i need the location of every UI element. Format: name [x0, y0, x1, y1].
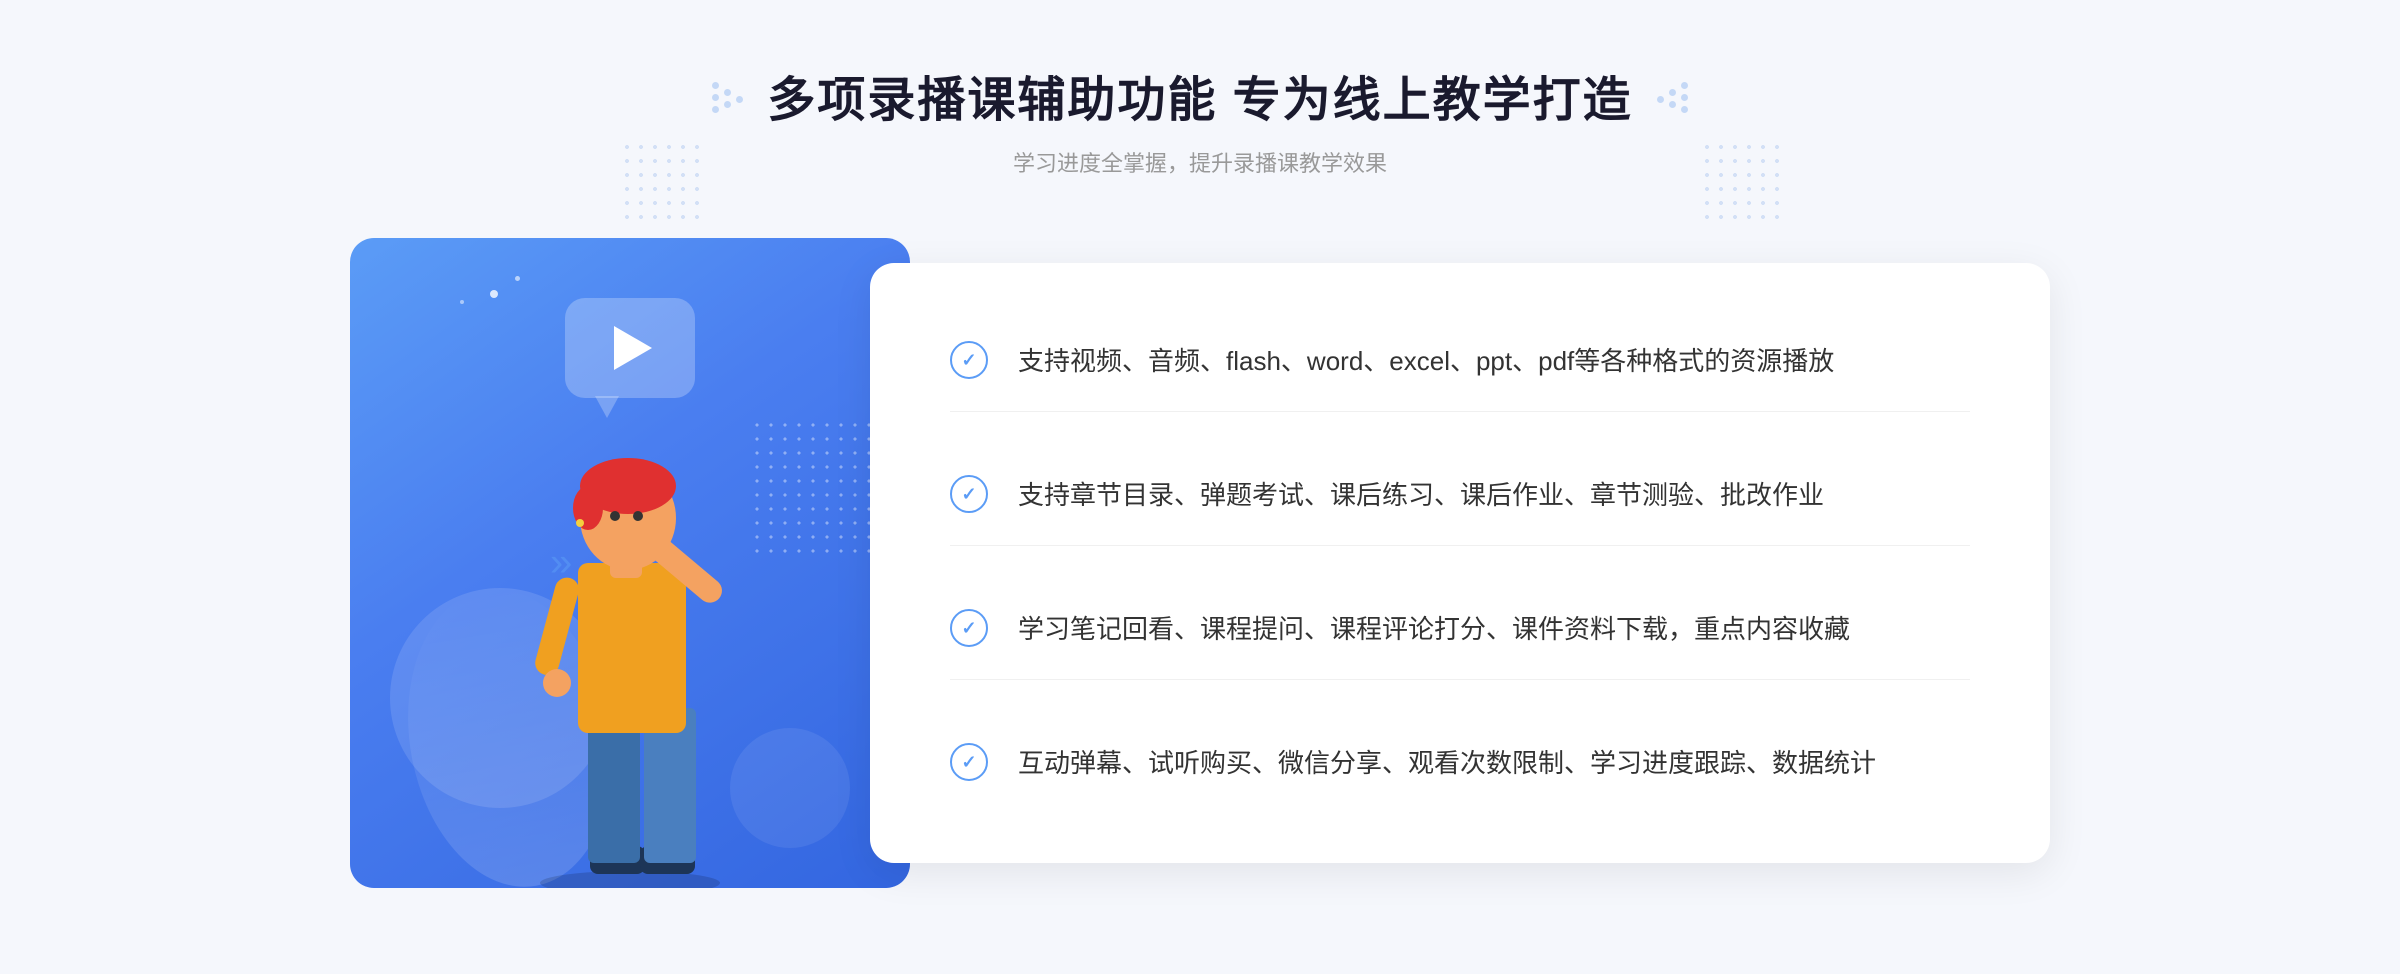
- dot: [1669, 89, 1676, 96]
- dot: [712, 106, 719, 113]
- feature-item-4: ✓ 互动弹幕、试听购买、微信分享、观看次数限制、学习进度跟踪、数据统计: [950, 715, 1970, 813]
- title-deco-right: [1657, 82, 1688, 113]
- feature-item-2: ✓ 支持章节目录、弹题考试、课后练习、课后作业、章节测验、批改作业: [950, 447, 1970, 546]
- deco-chevron-icon: »: [550, 541, 572, 586]
- dot: [712, 82, 719, 89]
- dot: [1669, 101, 1676, 108]
- check-mark-3: ✓: [961, 618, 976, 639]
- subtitle: 学习进度全掌握，提升录播课教学效果: [712, 146, 1687, 178]
- check-circle-3: ✓: [950, 609, 988, 647]
- dot: [724, 89, 731, 96]
- deco-dots-left: [620, 140, 700, 220]
- feature-text-3: 学习笔记回看、课程提问、课程评论打分、课件资料下载，重点内容收藏: [1018, 609, 1850, 651]
- title-row: 多项录播课辅助功能 专为线上教学打造: [712, 60, 1687, 130]
- feature-item-3: ✓ 学习笔记回看、课程提问、课程评论打分、课件资料下载，重点内容收藏: [950, 581, 1970, 680]
- dot: [1681, 82, 1688, 89]
- feature-text-2: 支持章节目录、弹题考试、课后练习、课后作业、章节测验、批改作业: [1018, 475, 1824, 517]
- sparkle-2: [515, 276, 520, 281]
- title-deco-left: [712, 82, 743, 113]
- header-section: 多项录播课辅助功能 专为线上教学打造 学习进度全掌握，提升录播课教学效果: [712, 60, 1687, 178]
- check-circle-1: ✓: [950, 341, 988, 379]
- main-title: 多项录播课辅助功能 专为线上教学打造: [767, 60, 1632, 130]
- dot: [1657, 96, 1664, 103]
- deco-dots-right: [1700, 140, 1780, 220]
- check-mark-4: ✓: [961, 752, 976, 773]
- dot: [712, 94, 719, 101]
- check-mark-1: ✓: [961, 350, 976, 371]
- dot: [736, 96, 743, 103]
- dot: [1681, 106, 1688, 113]
- feature-text-4: 互动弹幕、试听购买、微信分享、观看次数限制、学习进度跟踪、数据统计: [1018, 743, 1876, 785]
- page-wrapper: 多项录播课辅助功能 专为线上教学打造 学习进度全掌握，提升录播课教学效果: [0, 0, 2400, 974]
- sparkle-3: [460, 300, 464, 304]
- sparkle-1: [490, 290, 498, 298]
- feature-text-1: 支持视频、音频、flash、word、excel、ppt、pdf等各种格式的资源…: [1018, 341, 1834, 383]
- content-area: »: [350, 238, 2050, 888]
- person-figure: [470, 368, 790, 888]
- dot: [724, 101, 731, 108]
- check-circle-2: ✓: [950, 475, 988, 513]
- content-panel: ✓ 支持视频、音频、flash、word、excel、ppt、pdf等各种格式的…: [870, 263, 2050, 863]
- illustration-card: [350, 238, 910, 888]
- check-mark-2: ✓: [961, 484, 976, 505]
- dot: [1681, 94, 1688, 101]
- feature-item-1: ✓ 支持视频、音频、flash、word、excel、ppt、pdf等各种格式的…: [950, 313, 1970, 412]
- check-circle-4: ✓: [950, 743, 988, 781]
- play-icon: [614, 326, 652, 370]
